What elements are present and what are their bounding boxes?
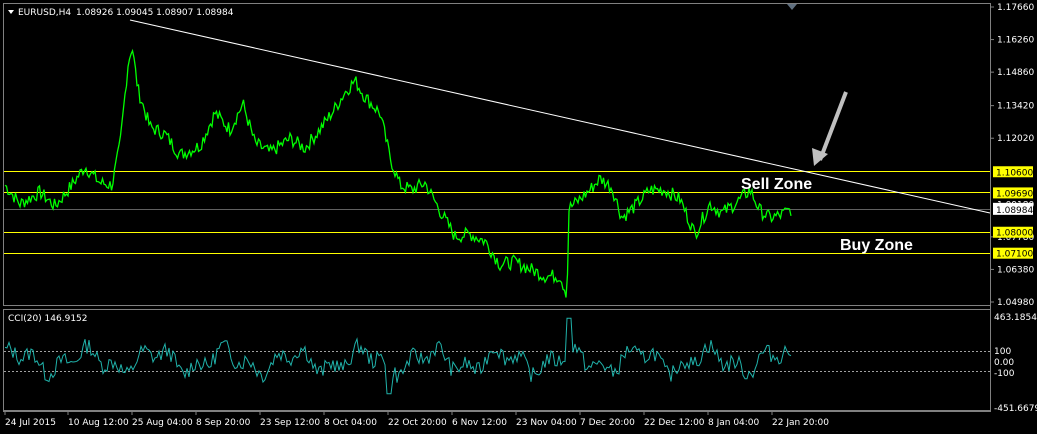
price-axis-label: 1.14860 [997, 68, 1034, 78]
level-price-tag-label: 1.07100 [996, 250, 1033, 260]
price-axis-label: 1.17660 [997, 3, 1034, 13]
symbol-label: EURUSD,H4 [18, 8, 71, 18]
price-axis-label: 1.04980 [997, 298, 1034, 308]
ohlc-values: 1.08926 1.09045 1.08907 1.08984 [76, 8, 234, 18]
time-axis-label: 8 Oct 04:00 [324, 418, 377, 428]
chart-window[interactable]: 1.17660 1.16260 1.14860 1.13420 1.12020 1.077… [0, 0, 1037, 434]
price-axis-label: 1.06380 [997, 265, 1034, 275]
cci-axis-label: -100 [994, 369, 1015, 379]
time-axis-label: 6 Nov 12:00 [452, 418, 507, 428]
time-axis-label: 7 Dec 20:00 [580, 418, 635, 428]
sell-zone-label: Sell Zone [741, 176, 812, 193]
price-axis-label: 1.16260 [997, 36, 1034, 46]
time-axis-label: 8 Sep 20:00 [196, 418, 251, 428]
level-price-tag-label: 1.09690 [996, 189, 1033, 199]
price-line [4, 48, 792, 298]
cci-axis-label: 463.1854 [994, 313, 1037, 323]
chart-shift-marker[interactable] [787, 4, 797, 10]
cci-line [4, 317, 792, 395]
buy-zone-label: Buy Zone [840, 237, 913, 254]
cci-axis-label: -451.6679 [994, 404, 1037, 414]
trendline[interactable] [129, 19, 991, 214]
current-price-tag-label: 1.08984 [996, 206, 1033, 216]
level-price-tag-label: 1.08000 [996, 229, 1033, 239]
cci-indicator-label: CCI(20) 146.9152 [8, 314, 88, 324]
cci-axis-label: 0.00 [994, 358, 1014, 368]
time-axis-label: 22 Oct 20:00 [388, 418, 447, 428]
chart-canvas[interactable]: 1.176601.162601.148601.134201.120201.077… [0, 0, 1037, 434]
level-price-tag-label: 1.10600 [996, 168, 1033, 178]
cci-panel-frame [3, 309, 991, 411]
annotation-arrow-icon [818, 91, 848, 161]
time-axis-label: 8 Jan 04:00 [708, 418, 760, 428]
symbol-menu-icon[interactable] [8, 10, 14, 14]
time-axis-label: 10 Aug 12:00 [68, 418, 129, 428]
time-axis-label: 25 Aug 04:00 [132, 418, 193, 428]
price-axis-label: 1.12020 [997, 134, 1034, 144]
cci-axis-label: 100 [994, 347, 1011, 357]
time-axis-label: 23 Nov 04:00 [516, 418, 577, 428]
price-axis-label: 1.13420 [997, 102, 1034, 112]
time-axis-label: 22 Jan 20:00 [772, 418, 829, 428]
time-axis-label: 22 Dec 12:00 [644, 418, 705, 428]
time-axis-label: 24 Jul 2015 [5, 418, 56, 428]
time-axis-label: 23 Sep 12:00 [260, 418, 320, 428]
